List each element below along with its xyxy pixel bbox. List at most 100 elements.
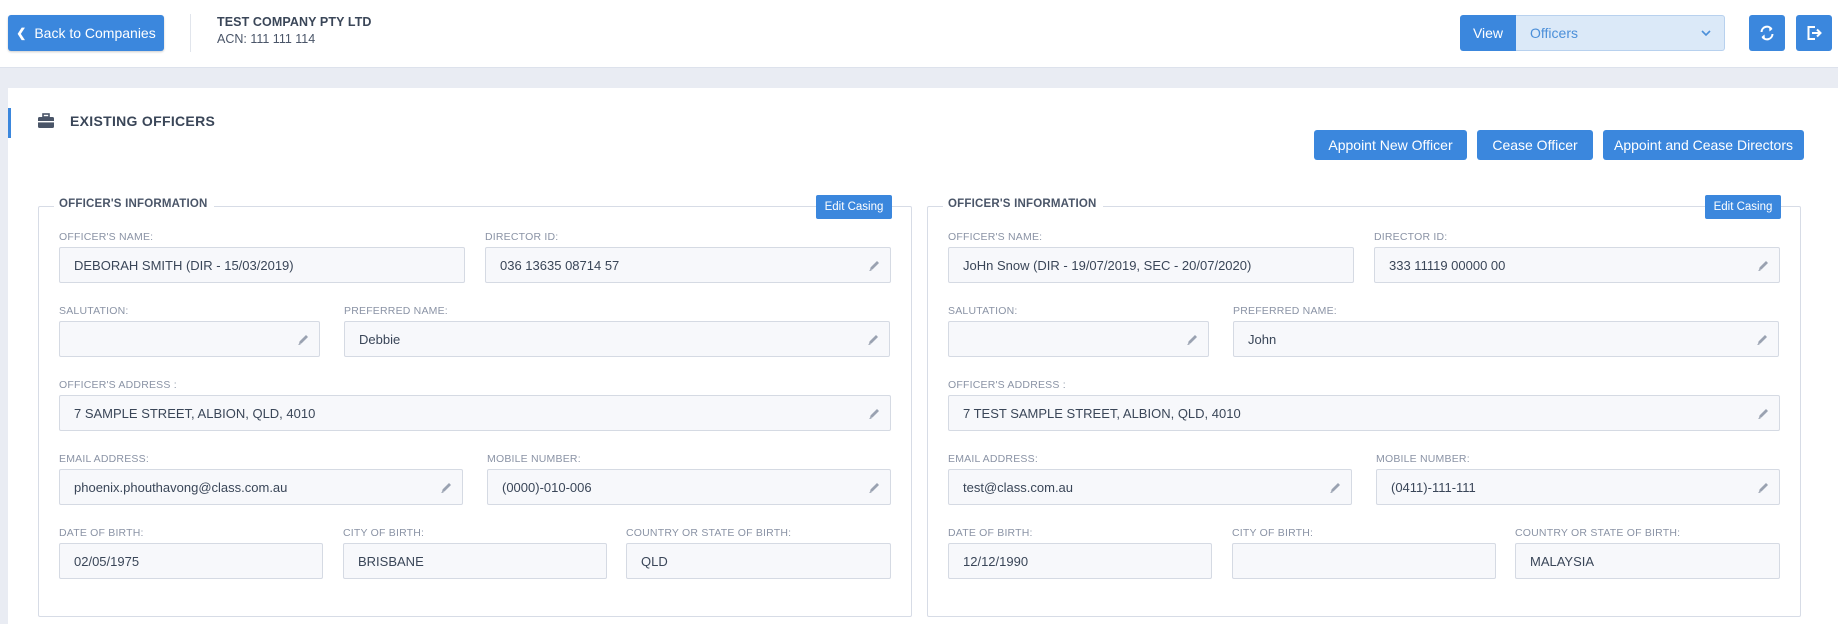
preferred-name-field[interactable]: John — [1233, 321, 1779, 357]
city-label: CITY OF BIRTH: — [343, 527, 425, 539]
city-field — [1232, 543, 1496, 579]
back-to-companies-button[interactable]: ❮ Back to Companies — [8, 15, 164, 51]
edit-casing-button[interactable]: Edit Casing — [816, 195, 892, 219]
dob-field: 02/05/1975 — [59, 543, 323, 579]
top-bar: ❮ Back to Companies TEST COMPANY PTY LTD… — [0, 0, 1838, 68]
section-header: EXISTING OFFICERS — [37, 113, 215, 129]
email-label: EMAIL ADDRESS: — [59, 453, 149, 465]
director-id-label: DIRECTOR ID: — [1374, 231, 1448, 243]
mobile-field[interactable]: (0000)-010-006 — [487, 469, 891, 505]
country-label: COUNTRY OR STATE OF BIRTH: — [1515, 527, 1681, 539]
pencil-icon[interactable] — [1757, 481, 1770, 494]
address-field[interactable]: 7 TEST SAMPLE STREET, ALBION, QLD, 4010 — [948, 395, 1780, 431]
dob-label: DATE OF BIRTH: — [948, 527, 1033, 539]
salutation-field[interactable] — [59, 321, 320, 357]
logout-button[interactable] — [1796, 15, 1832, 51]
pencil-icon[interactable] — [440, 481, 453, 494]
email-value: test@class.com.au — [963, 479, 1074, 495]
city-value: BRISBANE — [358, 553, 424, 569]
pencil-icon[interactable] — [1757, 407, 1770, 420]
address-value: 7 SAMPLE STREET, ALBION, QLD, 4010 — [74, 405, 316, 421]
officer-name-field: JoHn Snow (DIR - 19/07/2019, SEC - 20/07… — [948, 247, 1354, 283]
country-value: QLD — [641, 553, 668, 569]
officer-card-1: OFFICER'S INFORMATION Edit Casing OFFICE… — [38, 195, 912, 617]
officers-panel: EXISTING OFFICERS Appoint New Officer Ce… — [8, 88, 1838, 624]
refresh-icon — [1760, 25, 1774, 41]
officer-name-value: DEBORAH SMITH (DIR - 15/03/2019) — [74, 257, 294, 273]
officer-card-2: OFFICER'S INFORMATION Edit Casing OFFICE… — [927, 195, 1801, 617]
director-id-field[interactable]: 333 11119 00000 00 — [1374, 247, 1780, 283]
director-id-value: 036 13635 08714 57 — [500, 257, 620, 273]
email-label: EMAIL ADDRESS: — [948, 453, 1038, 465]
email-field[interactable]: test@class.com.au — [948, 469, 1352, 505]
preferred-name-value: Debbie — [359, 331, 401, 347]
pencil-icon[interactable] — [297, 333, 310, 346]
pencil-icon[interactable] — [1757, 259, 1770, 272]
dob-value: 12/12/1990 — [963, 553, 1029, 569]
back-button-label: Back to Companies — [34, 25, 156, 41]
preferred-name-label: PREFERRED NAME: — [344, 305, 448, 317]
appoint-and-cease-directors-button[interactable]: Appoint and Cease Directors — [1603, 130, 1804, 160]
pencil-icon[interactable] — [1329, 481, 1342, 494]
director-id-value: 333 11119 00000 00 — [1389, 257, 1506, 273]
officer-name-label: OFFICER'S NAME: — [948, 231, 1043, 243]
officer-info-legend: OFFICER'S INFORMATION — [54, 198, 214, 210]
country-value: MALAYSIA — [1530, 553, 1595, 569]
email-field[interactable]: phoenix.phouthavong@class.com.au — [59, 469, 463, 505]
mobile-label: MOBILE NUMBER: — [1376, 453, 1470, 465]
salutation-label: SALUTATION: — [948, 305, 1018, 317]
pencil-icon[interactable] — [867, 333, 880, 346]
address-value: 7 TEST SAMPLE STREET, ALBION, QLD, 4010 — [963, 405, 1241, 421]
pencil-icon[interactable] — [868, 407, 881, 420]
officer-info-legend: OFFICER'S INFORMATION — [943, 198, 1103, 210]
director-id-label: DIRECTOR ID: — [485, 231, 559, 243]
appoint-new-officer-button[interactable]: Appoint New Officer — [1314, 130, 1467, 160]
company-info: TEST COMPANY PTY LTD ACN: 111 111 114 — [217, 15, 372, 46]
mobile-value: (0000)-010-006 — [502, 479, 592, 495]
officer-name-field: DEBORAH SMITH (DIR - 15/03/2019) — [59, 247, 465, 283]
view-selector: View Officers — [1460, 15, 1725, 51]
dob-label: DATE OF BIRTH: — [59, 527, 144, 539]
preferred-name-value: John — [1248, 331, 1277, 347]
view-selected-value: Officers — [1530, 25, 1578, 41]
country-field: QLD — [626, 543, 891, 579]
salutation-label: SALUTATION: — [59, 305, 129, 317]
country-label: COUNTRY OR STATE OF BIRTH: — [626, 527, 792, 539]
salutation-field[interactable] — [948, 321, 1209, 357]
section-title: EXISTING OFFICERS — [70, 113, 216, 129]
pencil-icon[interactable] — [1756, 333, 1769, 346]
edit-casing-button[interactable]: Edit Casing — [1705, 195, 1781, 219]
pencil-icon[interactable] — [1186, 333, 1199, 346]
officer-name-label: OFFICER'S NAME: — [59, 231, 154, 243]
refresh-button[interactable] — [1749, 15, 1785, 51]
company-acn: ACN: 111 111 114 — [217, 32, 316, 46]
chevron-down-icon — [1701, 30, 1711, 37]
pencil-icon[interactable] — [868, 481, 881, 494]
preferred-name-field[interactable]: Debbie — [344, 321, 890, 357]
pencil-icon[interactable] — [868, 259, 881, 272]
dob-field: 12/12/1990 — [948, 543, 1212, 579]
view-dropdown[interactable]: Officers — [1516, 15, 1725, 51]
email-value: phoenix.phouthavong@class.com.au — [74, 479, 288, 495]
address-label: OFFICER'S ADDRESS : — [59, 379, 177, 391]
view-label: View — [1460, 15, 1516, 51]
logout-icon — [1807, 26, 1822, 40]
preferred-name-label: PREFERRED NAME: — [1233, 305, 1337, 317]
mobile-field[interactable]: (0411)-111-111 — [1376, 469, 1780, 505]
section-accent-bar — [8, 108, 11, 138]
company-name: TEST COMPANY PTY LTD — [217, 15, 372, 29]
header-divider — [190, 14, 191, 52]
cease-officer-button[interactable]: Cease Officer — [1477, 130, 1593, 160]
chevron-left-icon: ❮ — [16, 26, 27, 40]
address-field[interactable]: 7 SAMPLE STREET, ALBION, QLD, 4010 — [59, 395, 891, 431]
address-label: OFFICER'S ADDRESS : — [948, 379, 1066, 391]
director-id-field[interactable]: 036 13635 08714 57 — [485, 247, 891, 283]
mobile-value: (0411)-111-111 — [1391, 479, 1476, 495]
dob-value: 02/05/1975 — [74, 553, 140, 569]
country-field: MALAYSIA — [1515, 543, 1780, 579]
city-label: CITY OF BIRTH: — [1232, 527, 1314, 539]
briefcase-icon — [38, 113, 54, 128]
mobile-label: MOBILE NUMBER: — [487, 453, 581, 465]
city-field: BRISBANE — [343, 543, 607, 579]
officer-name-value: JoHn Snow (DIR - 19/07/2019, SEC - 20/07… — [963, 257, 1252, 273]
